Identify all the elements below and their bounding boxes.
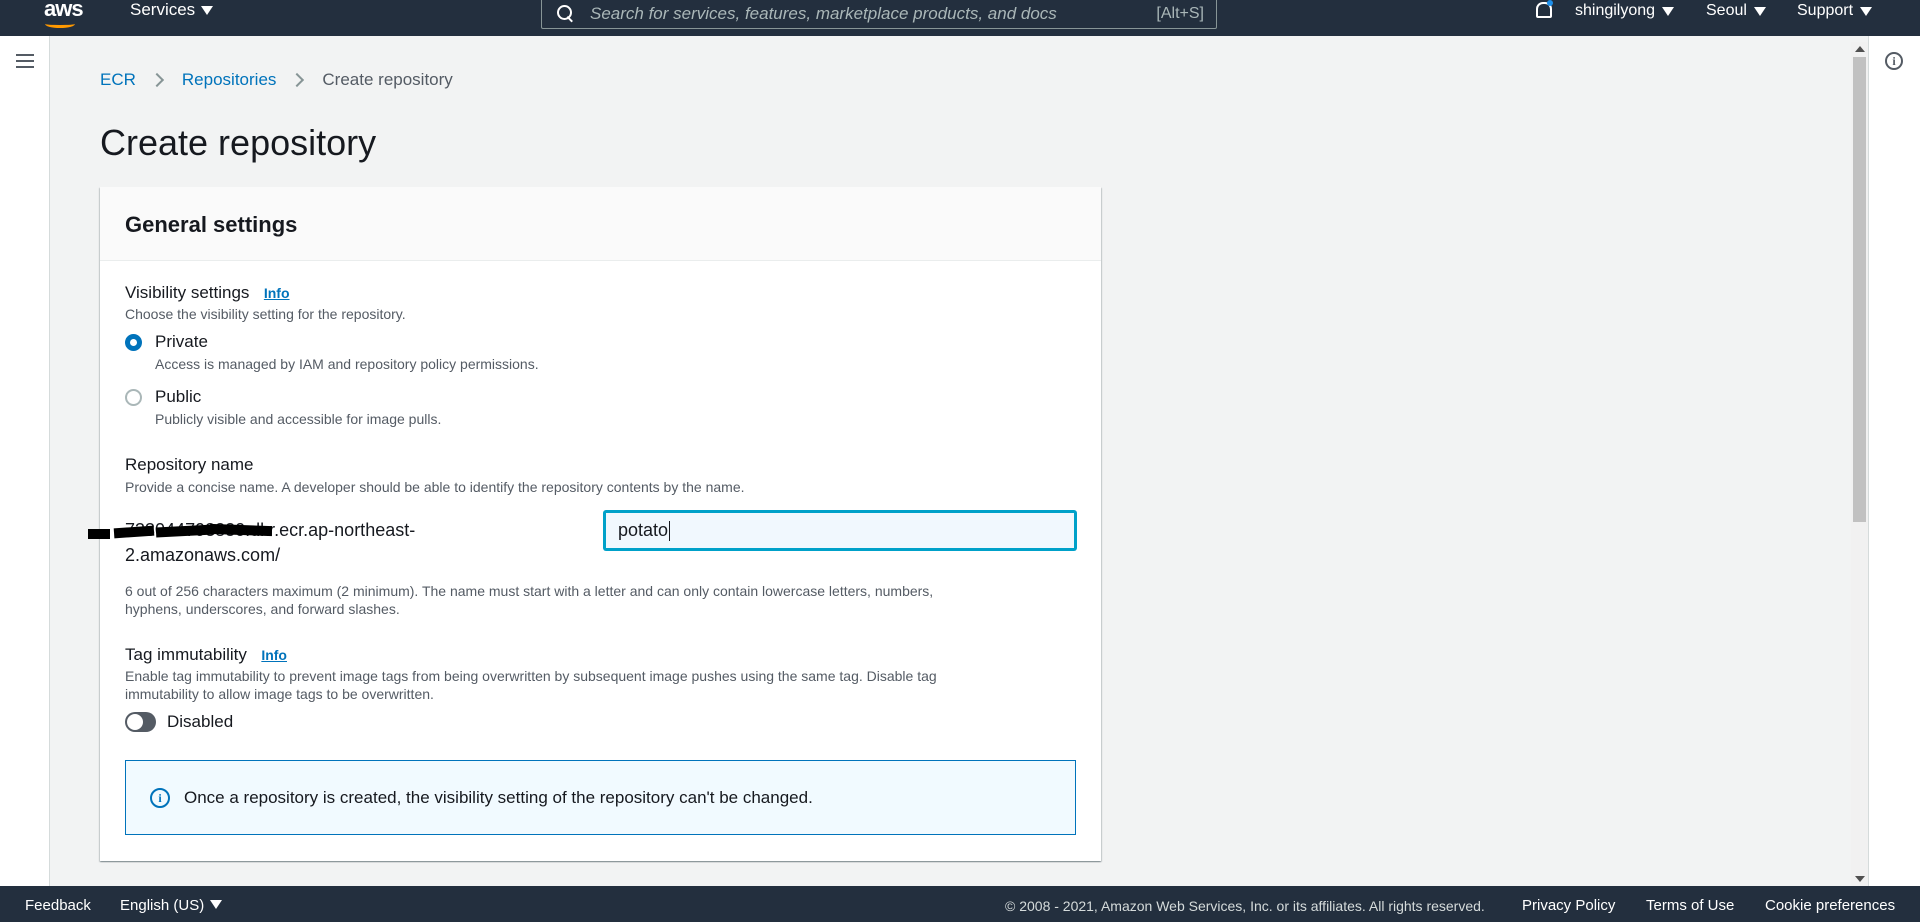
scroll-up-icon[interactable]	[1855, 46, 1865, 52]
user-name: shingilyong	[1575, 2, 1656, 19]
public-label[interactable]: Public	[155, 387, 201, 407]
repository-name-label: Repository name	[125, 455, 254, 474]
search-placeholder: Search for services, features, marketpla…	[590, 3, 1057, 23]
tag-immutability-description: Enable tag immutability to prevent image…	[125, 667, 1076, 703]
page-title: Create repository	[100, 122, 377, 163]
constraint-line2: hyphens, underscores, and forward slashe…	[125, 601, 400, 617]
menu-icon[interactable]	[16, 54, 34, 68]
general-settings-panel: General settings Visibility settings Inf…	[88, 187, 1101, 861]
footer: Feedback English (US) © 2008 - 2021, Ama…	[0, 886, 1920, 922]
aws-smile-icon	[45, 20, 75, 28]
feedback-link[interactable]: Feedback	[25, 897, 91, 914]
caret-down-icon	[1753, 6, 1766, 16]
caret-down-icon	[1860, 6, 1873, 16]
aws-logo[interactable]: aws	[44, 0, 84, 28]
uri-prefix-line2: 2.amazonaws.com/	[125, 545, 281, 565]
cookie-preferences-link[interactable]: Cookie preferences	[1765, 897, 1895, 914]
breadcrumb-current: Create repository	[322, 70, 453, 89]
tag-immutability-toggle-label: Disabled	[167, 712, 234, 731]
notification-bell-icon[interactable]	[1533, 0, 1553, 20]
repository-name-value: potato	[618, 520, 669, 540]
copyright-text: © 2008 - 2021, Amazon Web Services, Inc.…	[1005, 898, 1485, 914]
info-icon[interactable]: i	[1885, 52, 1903, 70]
tag-immutability-info-link[interactable]: Info	[261, 647, 287, 663]
language-label: English (US)	[120, 897, 205, 914]
search-icon	[556, 4, 576, 24]
text-cursor	[669, 520, 671, 541]
language-selector[interactable]: English (US)	[120, 897, 223, 914]
chevron-right-icon	[290, 72, 305, 88]
user-menu-button[interactable]: shingilyong	[1575, 0, 1675, 22]
aws-logo-text: aws	[44, 0, 84, 21]
alert-text: Once a repository is created, the visibi…	[184, 787, 813, 807]
tools-rail	[1868, 36, 1920, 886]
scrollbar-thumb[interactable]	[1853, 57, 1866, 522]
support-label: Support	[1797, 2, 1854, 19]
terms-of-use-link[interactable]: Terms of Use	[1646, 897, 1734, 914]
search-input[interactable]: Search for services, features, marketpla…	[541, 0, 1217, 29]
chevron-right-icon	[149, 72, 164, 88]
tag-immutability-toggle[interactable]	[125, 712, 156, 732]
tag-description-line2: immutability to allow image tags to be o…	[125, 686, 434, 702]
repository-name-description: Provide a concise name. A developer shou…	[125, 479, 745, 495]
page-scrollbar[interactable]	[1851, 42, 1868, 886]
visibility-label: Visibility settings	[125, 283, 250, 302]
services-label: Services	[130, 0, 196, 19]
visibility-info-alert: i Once a repository is created, the visi…	[125, 760, 1076, 835]
private-radio[interactable]	[125, 334, 142, 351]
region-menu-button[interactable]: Seoul	[1706, 0, 1766, 22]
left-navigation-rail	[0, 36, 50, 886]
repository-name-input[interactable]: potato	[604, 511, 1076, 550]
support-menu-button[interactable]: Support	[1797, 0, 1873, 22]
scroll-down-icon[interactable]	[1855, 876, 1865, 882]
visibility-description: Choose the visibility setting for the re…	[125, 306, 406, 322]
panel-title: General settings	[125, 212, 298, 237]
constraint-line1: 6 out of 256 characters maximum (2 minim…	[125, 583, 934, 599]
visibility-info-link[interactable]: Info	[264, 285, 290, 301]
tag-description-line1: Enable tag immutability to prevent image…	[125, 668, 937, 684]
repository-name-constraint: 6 out of 256 characters maximum (2 minim…	[125, 582, 1076, 618]
breadcrumb: ECR Repositories Create repository	[100, 70, 453, 90]
panel-header: General settings	[100, 187, 1101, 261]
region-name: Seoul	[1706, 2, 1747, 19]
tag-immutability-label: Tag immutability	[125, 645, 247, 664]
private-label[interactable]: Private	[155, 332, 208, 352]
public-description: Publicly visible and accessible for imag…	[155, 411, 442, 427]
redaction-mark	[88, 529, 110, 539]
private-description: Access is managed by IAM and repository …	[155, 356, 539, 372]
services-menu-button[interactable]: Services	[130, 0, 214, 20]
privacy-policy-link[interactable]: Privacy Policy	[1522, 897, 1615, 914]
breadcrumb-repositories[interactable]: Repositories	[182, 70, 277, 90]
info-icon: i	[150, 787, 170, 808]
caret-down-icon	[201, 5, 214, 15]
search-shortcut: [Alt+S]	[1156, 4, 1204, 22]
visibility-settings-heading: Visibility settings Info	[125, 283, 290, 303]
public-radio[interactable]	[125, 389, 142, 406]
top-navigation: aws Services Search for services, featur…	[0, 0, 1920, 36]
tag-immutability-heading: Tag immutability Info	[125, 645, 287, 665]
redaction-mark	[209, 523, 273, 537]
breadcrumb-ecr[interactable]: ECR	[100, 70, 136, 90]
caret-down-icon	[210, 900, 223, 909]
caret-down-icon	[1662, 6, 1675, 16]
